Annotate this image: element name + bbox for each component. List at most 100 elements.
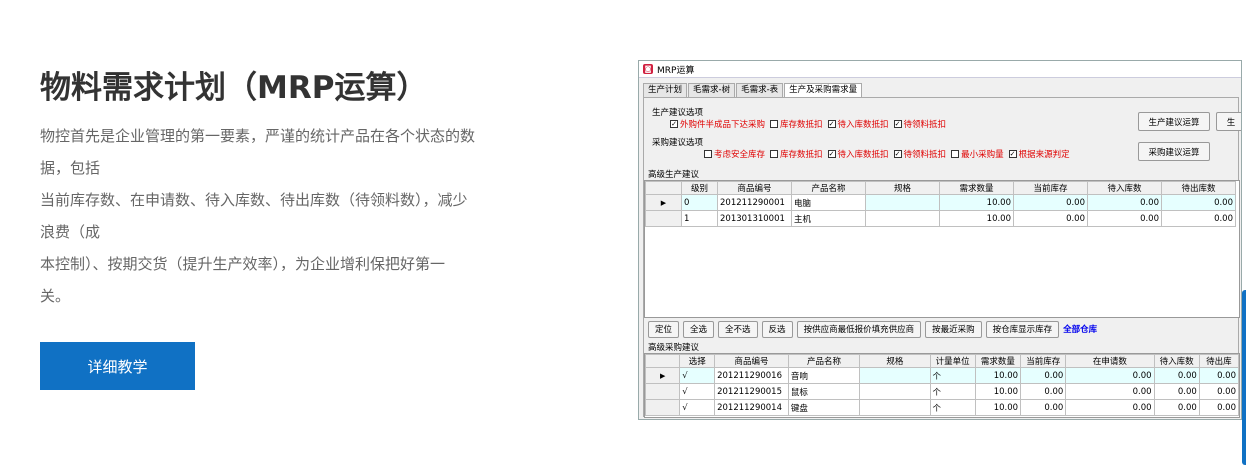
tab-production-plan[interactable]: 生产计划 [643,83,688,97]
table-cell[interactable]: 0.00 [1198,367,1239,384]
table-cell[interactable]: 0.00 [1161,194,1236,211]
table-cell[interactable]: 201211290014 [714,399,789,416]
select-checkmark[interactable]: √ [679,383,716,400]
table-cell[interactable]: 0.00 [1087,194,1162,211]
purchase-option[interactable]: ✓ 待领料抵扣 [893,148,946,160]
table-cell[interactable]: 电脑 [791,194,866,211]
checkbox-checked-icon[interactable]: ✓ [893,150,902,158]
tab-gross-demand-tree[interactable]: 毛需求-树 [688,83,736,97]
table-cell[interactable] [859,383,931,400]
column-header[interactable]: 需求数量 [974,354,1022,368]
table-cell[interactable] [859,367,931,384]
table-cell[interactable]: 鼠标 [787,383,861,400]
table-cell[interactable]: 10.00 [974,367,1022,384]
table-cell[interactable]: 0.00 [1065,399,1155,416]
table-row[interactable]: ▶ √ 201211290016 音响 个 10.00 0.00 0.00 0.… [645,367,1239,384]
table-cell[interactable]: 0.00 [1153,367,1200,384]
table-row[interactable]: √ 201211290014 键盘 个 10.00 0.00 0.00 0.00… [645,399,1239,416]
production-suggest-button[interactable]: 生产建议运算 [1138,112,1210,131]
table-cell[interactable]: 键盘 [787,399,861,416]
recent-purchase-button[interactable]: 按最近采购 [925,320,982,338]
column-header[interactable]: 规格 [865,181,940,195]
table-cell[interactable]: 0.00 [1065,383,1155,400]
table-cell[interactable]: 0.00 [1013,210,1088,227]
select-none-button[interactable]: 全不选 [718,320,758,338]
tab-production-purchase-demand[interactable]: 生产及采购需求量 [784,83,863,97]
table-cell[interactable]: 1 [681,210,718,227]
checkbox-checked-icon[interactable]: ✓ [1008,150,1017,158]
column-header[interactable]: 待入库数 [1153,354,1200,368]
production-option[interactable]: ✓ 待领料抵扣 [893,118,946,130]
locate-button[interactable]: 定位 [648,320,680,338]
warehouse-filter-label[interactable]: 全部仓库 [1063,323,1097,335]
table-cell[interactable]: 10.00 [974,399,1022,416]
table-cell[interactable]: 个 [929,367,976,384]
table-cell[interactable]: 音响 [787,367,861,384]
purchase-option[interactable]: 考虑安全库存 [704,148,765,160]
table-cell[interactable]: 10.00 [939,210,1014,227]
select-checkmark[interactable]: √ [679,367,716,384]
checkbox-unchecked-icon[interactable] [704,150,712,158]
column-header[interactable]: 待出库数 [1161,181,1236,195]
table-cell[interactable]: 0.00 [1020,399,1067,416]
column-header[interactable]: 规格 [859,354,931,368]
production-option[interactable]: 库存数抵扣 [770,118,823,130]
column-header[interactable]: 产品名称 [787,354,861,368]
table-cell[interactable]: 201211290016 [714,367,789,384]
table-cell[interactable]: 0.00 [1198,383,1239,400]
production-option[interactable]: ✓ 外购件半成品下达采购 [670,118,765,130]
checkbox-unchecked-icon[interactable] [770,120,779,128]
column-header[interactable]: 需求数量 [939,181,1014,195]
checkbox-checked-icon[interactable]: ✓ [827,120,836,128]
table-cell[interactable]: 201211290001 [717,194,792,211]
table-cell[interactable]: 0.00 [1198,399,1239,416]
purchase-suggest-button[interactable]: 采购建议运算 [1138,142,1210,161]
column-header[interactable]: 商品编号 [717,181,792,195]
checkbox-unchecked-icon[interactable] [770,150,779,158]
purchase-option[interactable]: 最小采购量 [951,148,1004,160]
table-cell[interactable]: 0.00 [1153,383,1200,400]
table-cell[interactable]: 0.00 [1161,210,1236,227]
purchase-option[interactable]: ✓ 待入库数抵扣 [827,148,889,160]
table-cell[interactable]: 201211290015 [714,383,789,400]
fill-supplier-lowest-price-button[interactable]: 按供应商最低报价填充供应商 [796,320,922,338]
tab-gross-demand-table[interactable]: 毛需求-表 [736,83,784,97]
purchase-option[interactable]: 库存数抵扣 [770,148,823,160]
column-header[interactable]: 级别 [681,181,718,195]
table-cell[interactable]: 201301310001 [717,210,792,227]
column-header[interactable]: 待出库 [1198,354,1239,368]
table-row[interactable]: 1 201301310001 主机 10.00 0.00 0.00 0.00 [645,210,1236,227]
table-cell[interactable] [865,194,940,211]
checkbox-checked-icon[interactable]: ✓ [670,120,678,128]
table-cell[interactable]: 0.00 [1013,194,1088,211]
table-cell[interactable]: 10.00 [974,383,1022,400]
column-header[interactable]: 待入库数 [1087,181,1162,195]
invert-selection-button[interactable]: 反选 [761,320,793,338]
table-cell[interactable]: 个 [929,383,976,400]
table-cell[interactable]: 个 [929,399,976,416]
floating-edge-tab[interactable] [1242,290,1246,465]
table-cell[interactable] [859,399,931,416]
select-checkmark[interactable]: √ [679,399,716,416]
purchase-option[interactable]: ✓ 根据来源判定 [1008,148,1070,160]
column-header[interactable]: 当前库存 [1020,354,1067,368]
table-row[interactable]: ▶ 0 201211290001 电脑 10.00 0.00 0.00 0.00 [645,194,1236,211]
checkbox-unchecked-icon[interactable] [951,150,960,158]
table-cell[interactable] [865,210,940,227]
column-header[interactable]: 计量单位 [929,354,976,368]
column-header[interactable]: 产品名称 [791,181,866,195]
table-cell[interactable]: 0.00 [1020,367,1067,384]
table-cell[interactable]: 主机 [791,210,866,227]
right-cut-button[interactable]: 生 [1216,112,1241,131]
select-all-button[interactable]: 全选 [683,320,715,338]
checkbox-checked-icon[interactable]: ✓ [893,120,902,128]
production-option[interactable]: ✓ 待入库数抵扣 [827,118,889,130]
checkbox-checked-icon[interactable]: ✓ [827,150,836,158]
column-header[interactable]: 在申请数 [1065,354,1155,368]
table-cell[interactable]: 10.00 [939,194,1014,211]
table-cell[interactable]: 0 [681,194,718,211]
column-header[interactable]: 当前库存 [1013,181,1088,195]
column-header[interactable]: 选择 [679,354,716,368]
column-header[interactable]: 商品编号 [714,354,789,368]
table-cell[interactable]: 0.00 [1020,383,1067,400]
